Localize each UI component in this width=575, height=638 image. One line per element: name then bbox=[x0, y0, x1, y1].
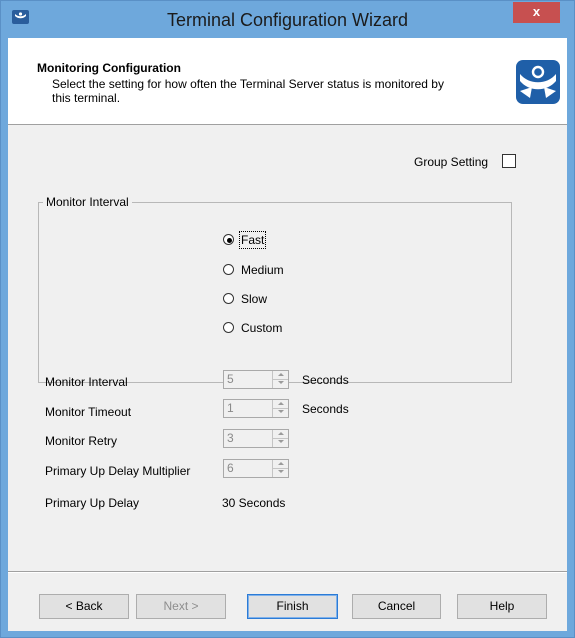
close-button[interactable]: x bbox=[513, 2, 560, 23]
monitor-interval-label: Monitor Interval bbox=[45, 375, 128, 389]
arrow-up-icon bbox=[278, 373, 284, 376]
spinner-buttons[interactable] bbox=[272, 400, 288, 417]
back-button[interactable]: < Back bbox=[39, 594, 129, 619]
radio-custom-label[interactable]: Custom bbox=[241, 321, 282, 335]
spinner-buttons[interactable] bbox=[272, 371, 288, 388]
monitor-timeout-unit: Seconds bbox=[302, 402, 349, 416]
monitor-timeout-label: Monitor Timeout bbox=[45, 405, 132, 419]
primary-up-delay-multiplier-spinner[interactable]: 6 bbox=[223, 459, 289, 478]
arrow-up-icon bbox=[278, 402, 284, 405]
radio-medium-label[interactable]: Medium bbox=[241, 263, 284, 277]
cancel-button[interactable]: Cancel bbox=[352, 594, 441, 619]
finish-button[interactable]: Finish bbox=[247, 594, 338, 619]
radio-button[interactable] bbox=[223, 234, 234, 245]
monitor-interval-groupbox bbox=[38, 202, 512, 383]
monitor-retry-label: Monitor Retry bbox=[45, 434, 118, 448]
monitor-interval-unit: Seconds bbox=[302, 373, 349, 387]
radio-selected-dot bbox=[227, 238, 232, 243]
monitor-retry-spinner[interactable]: 3 bbox=[223, 429, 289, 448]
group-setting-checkbox[interactable] bbox=[502, 154, 516, 168]
arrow-up-icon bbox=[278, 462, 284, 465]
monitor-interval-value[interactable]: 5 bbox=[227, 372, 234, 386]
monitor-timeout-spinner[interactable]: 1 bbox=[223, 399, 289, 418]
spinner-down-button[interactable] bbox=[273, 438, 288, 446]
primary-up-delay-multiplier-label: Primary Up Delay Multiplier bbox=[45, 464, 191, 478]
monitor-retry-value[interactable]: 3 bbox=[227, 431, 234, 445]
close-icon: x bbox=[532, 4, 541, 19]
page-description: Select the setting for how often the Ter… bbox=[52, 77, 444, 105]
monitor-interval-legend: Monitor Interval bbox=[43, 195, 132, 209]
arrow-down-icon bbox=[278, 410, 284, 413]
footer-separator bbox=[8, 571, 567, 573]
primary-up-delay-value: 30 Seconds bbox=[222, 496, 286, 510]
arrow-down-icon bbox=[278, 470, 284, 473]
title-bar[interactable]: Terminal Configuration Wizard x bbox=[1, 1, 574, 38]
spinner-down-button[interactable] bbox=[273, 379, 288, 387]
radio-button[interactable] bbox=[223, 322, 234, 333]
arrow-down-icon bbox=[278, 381, 284, 384]
wizard-window: Terminal Configuration Wizard x Monitori… bbox=[0, 0, 575, 638]
spinner-down-button[interactable] bbox=[273, 468, 288, 476]
header-panel: Monitoring Configuration Select the sett… bbox=[8, 38, 567, 125]
window-title: Terminal Configuration Wizard bbox=[166, 10, 409, 30]
page-title: Monitoring Configuration bbox=[37, 61, 181, 75]
next-button[interactable]: Next > bbox=[136, 594, 226, 619]
primary-up-delay-label: Primary Up Delay bbox=[45, 496, 140, 510]
spinner-buttons[interactable] bbox=[272, 430, 288, 447]
thinmanager-logo-icon bbox=[516, 60, 560, 104]
spinner-buttons[interactable] bbox=[272, 460, 288, 477]
spinner-down-button[interactable] bbox=[273, 408, 288, 416]
monitor-interval-spinner[interactable]: 5 bbox=[223, 370, 289, 389]
primary-up-delay-multiplier-value[interactable]: 6 bbox=[227, 461, 234, 475]
dialog-client-area: Monitoring Configuration Select the sett… bbox=[8, 38, 567, 631]
radio-button[interactable] bbox=[223, 264, 234, 275]
help-button[interactable]: Help bbox=[457, 594, 547, 619]
radio-button[interactable] bbox=[223, 293, 234, 304]
arrow-down-icon bbox=[278, 440, 284, 443]
group-setting-label: Group Setting bbox=[414, 155, 489, 169]
radio-fast-label[interactable]: Fast bbox=[238, 231, 267, 249]
monitor-timeout-value[interactable]: 1 bbox=[227, 401, 234, 415]
arrow-up-icon bbox=[278, 432, 284, 435]
radio-slow-label[interactable]: Slow bbox=[241, 292, 267, 306]
